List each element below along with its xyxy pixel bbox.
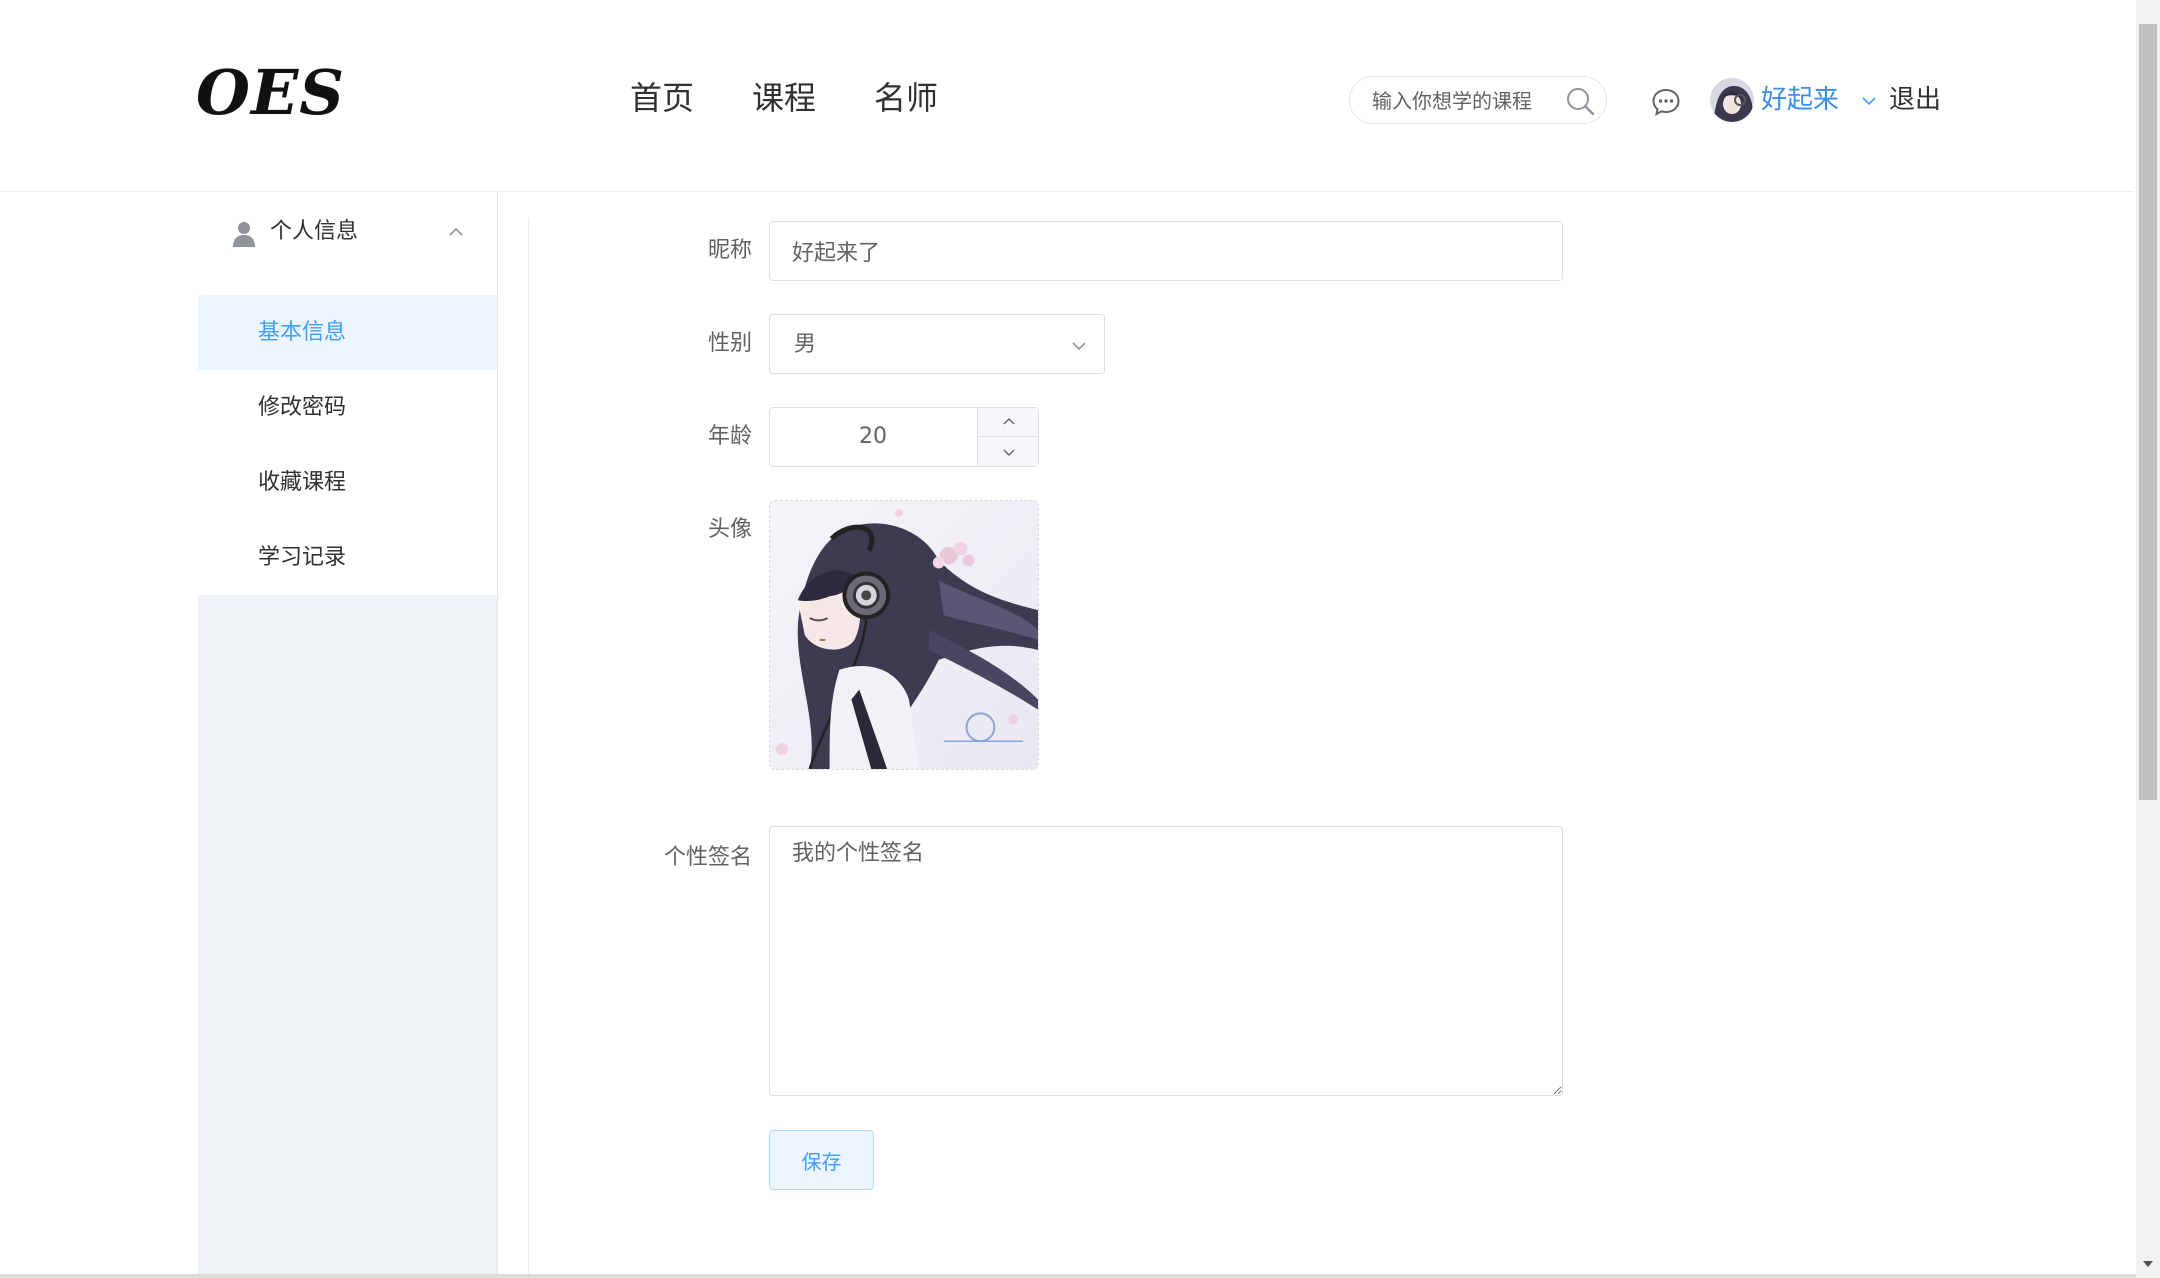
username[interactable]: 好起来 <box>1761 78 1839 122</box>
chevron-up-icon <box>449 227 463 236</box>
search-box <box>1349 76 1607 124</box>
sidebar: 个人信息 基本信息 修改密码 收藏课程 学习记录 <box>198 192 498 1278</box>
nav-teachers[interactable]: 名师 <box>874 74 938 122</box>
vertical-scrollbar[interactable] <box>2136 0 2160 1278</box>
age-stepper: 20 <box>769 407 1039 467</box>
chevron-up-icon <box>1003 418 1014 425</box>
horizontal-scrollbar[interactable] <box>0 1274 2136 1278</box>
nav-courses[interactable]: 课程 <box>752 74 816 122</box>
chevron-down-icon <box>1072 342 1086 351</box>
nav-home[interactable]: 首页 <box>630 74 694 122</box>
gender-label: 性别 <box>707 331 752 356</box>
message-icon[interactable] <box>1650 86 1682 118</box>
gender-value: 男 <box>794 332 817 357</box>
nickname-label: 昵称 <box>707 238 752 263</box>
content-divider <box>528 218 529 1278</box>
site-logo[interactable]: OES <box>196 58 345 128</box>
user-icon <box>233 222 255 247</box>
sidebar-item-basic-info[interactable]: 基本信息 <box>198 295 497 370</box>
search-input[interactable] <box>1370 83 1560 119</box>
stepper-controls <box>977 408 1039 466</box>
nickname-input[interactable] <box>769 221 1563 281</box>
scroll-down-arrow-icon[interactable] <box>2142 1258 2154 1270</box>
search-icon[interactable] <box>1564 85 1596 117</box>
user-avatar[interactable] <box>1710 78 1754 122</box>
signature-label: 个性签名 <box>663 845 752 870</box>
sidebar-item-favorite-courses[interactable]: 收藏课程 <box>198 445 497 520</box>
scrollbar-thumb[interactable] <box>2139 24 2157 800</box>
logout-link[interactable]: 退出 <box>1889 78 1941 122</box>
age-input[interactable]: 20 <box>770 408 976 466</box>
submenu-personal-info[interactable]: 个人信息 <box>198 192 497 272</box>
avatar-label: 头像 <box>707 517 752 542</box>
sidebar-item-study-history[interactable]: 学习记录 <box>198 520 497 595</box>
age-label: 年龄 <box>707 424 752 449</box>
main-nav: 首页 课程 名师 <box>630 74 938 122</box>
top-header: OES 首页 课程 名师 好起来 退出 <box>0 0 2134 192</box>
increase-button[interactable] <box>978 408 1039 437</box>
chevron-down-icon <box>1003 449 1014 456</box>
submenu-label: 个人信息 <box>270 219 359 244</box>
gender-select[interactable]: 男 <box>769 314 1105 374</box>
avatar-image <box>770 501 1038 769</box>
decrease-button[interactable] <box>978 437 1039 466</box>
avatar-uploader[interactable] <box>769 500 1039 770</box>
submenu-list: 基本信息 修改密码 收藏课程 学习记录 <box>198 272 497 595</box>
sidebar-item-change-password[interactable]: 修改密码 <box>198 370 497 445</box>
chevron-down-icon[interactable] <box>1860 92 1878 110</box>
signature-textarea[interactable]: 我的个性签名 <box>769 826 1563 1096</box>
save-button[interactable]: 保存 <box>769 1130 874 1190</box>
